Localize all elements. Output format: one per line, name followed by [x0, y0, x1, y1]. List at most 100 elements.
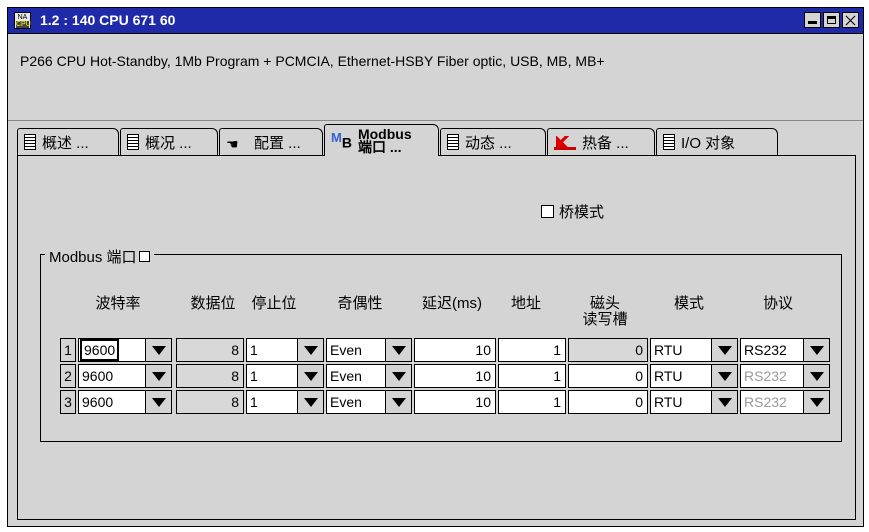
- module-icon: [127, 134, 139, 150]
- parity-select[interactable]: Even: [326, 338, 412, 362]
- protocol-value: RS232: [744, 394, 787, 410]
- tab-hot-standby[interactable]: 热备 ...: [547, 128, 655, 155]
- parity-select[interactable]: Even: [326, 390, 412, 414]
- delay-input[interactable]: 10: [414, 364, 496, 388]
- head-slot-input[interactable]: 0: [568, 364, 648, 388]
- baud-value: 9600: [82, 368, 114, 384]
- stopbits-select[interactable]: 1: [246, 338, 324, 362]
- mode-select[interactable]: RTU: [650, 390, 738, 414]
- icon-top-text: NA: [17, 14, 28, 21]
- chevron-down-icon[interactable]: [385, 339, 411, 361]
- title-bar[interactable]: NA CPU 1.2 : 140 CPU 671 60: [8, 8, 863, 34]
- hot-standby-icon: [554, 134, 576, 150]
- module-description: P266 CPU Hot-Standby, 1Mb Program + PCMC…: [20, 53, 605, 69]
- mode-select[interactable]: RTU: [650, 364, 738, 388]
- header-protocol: 协议: [762, 295, 793, 312]
- header-stopbits: 停止位: [251, 295, 297, 312]
- checkbox-box[interactable]: [541, 205, 554, 218]
- row-index: 1: [60, 338, 76, 362]
- chevron-down-icon[interactable]: [711, 391, 737, 413]
- group-legend: Modbus 端口: [45, 246, 154, 267]
- cpu-module-icon: NA CPU: [14, 12, 31, 29]
- module-icon: [447, 134, 459, 150]
- chevron-down-icon[interactable]: [803, 339, 829, 361]
- databits-field: 8: [176, 364, 244, 388]
- module-icon: [24, 134, 36, 150]
- tab-label-line2: 端口 ...: [357, 138, 402, 155]
- address-input[interactable]: 1: [498, 338, 566, 362]
- chevron-down-icon[interactable]: [385, 391, 411, 413]
- tab-label: 热备 ...: [582, 134, 629, 152]
- stopbits-value: 1: [250, 342, 258, 358]
- module-icon: [663, 134, 675, 150]
- address-input[interactable]: 1: [498, 364, 566, 388]
- databits-field: 8: [176, 338, 244, 362]
- tab-modbus-port[interactable]: MB Modbus 端口 ...: [324, 124, 439, 156]
- header-delay: 延迟(ms): [422, 295, 482, 312]
- chevron-down-icon[interactable]: [803, 365, 829, 387]
- head-slot-field: 0: [568, 338, 648, 362]
- tab-label: 概况 ...: [145, 134, 192, 152]
- group-label: Modbus 端口: [49, 249, 137, 266]
- mode-value: RTU: [654, 394, 683, 410]
- parity-value: Even: [330, 368, 362, 384]
- hand-icon: ☚: [226, 136, 239, 152]
- chevron-down-icon[interactable]: [145, 339, 171, 361]
- minimize-button[interactable]: [804, 12, 821, 28]
- maximize-button[interactable]: [823, 12, 840, 28]
- address-input[interactable]: 1: [498, 390, 566, 414]
- protocol-select[interactable]: RS232: [740, 390, 830, 414]
- mode-value: RTU: [654, 368, 683, 384]
- mode-select[interactable]: RTU: [650, 338, 738, 362]
- header-head-slot-line1: 磁头: [589, 295, 620, 312]
- chevron-down-icon[interactable]: [803, 391, 829, 413]
- head-slot-input[interactable]: 0: [568, 390, 648, 414]
- baud-value: 9600: [80, 339, 120, 361]
- databits-field: 8: [176, 390, 244, 414]
- parity-select[interactable]: Even: [326, 364, 412, 388]
- tab-label: I/O 对象: [681, 134, 736, 152]
- bridge-mode-label: 桥模式: [559, 204, 605, 221]
- tab-io-objects[interactable]: I/O 对象: [656, 128, 778, 155]
- tab-config[interactable]: ☚ 配置 ...: [219, 128, 323, 155]
- chevron-down-icon[interactable]: [385, 365, 411, 387]
- baud-select[interactable]: 9600: [78, 364, 172, 388]
- stopbits-value: 1: [250, 368, 258, 384]
- close-button[interactable]: [842, 12, 859, 28]
- bridge-mode-checkbox[interactable]: 桥模式: [541, 201, 604, 222]
- chevron-down-icon[interactable]: [145, 391, 171, 413]
- delay-input[interactable]: 10: [414, 338, 496, 362]
- icon-bottom-text: CPU: [16, 21, 31, 28]
- chevron-down-icon[interactable]: [145, 365, 171, 387]
- modbus-port-panel: 桥模式 Modbus 端口 波特率 数据位 停止位 奇偶性 延迟(ms) 地址 …: [17, 155, 856, 520]
- stopbits-select[interactable]: 1: [246, 364, 324, 388]
- chevron-down-icon[interactable]: [297, 391, 323, 413]
- tab-overview[interactable]: 概述 ...: [17, 128, 119, 155]
- baud-select[interactable]: 9600: [78, 390, 172, 414]
- chevron-down-icon[interactable]: [711, 365, 737, 387]
- header-parity: 奇偶性: [337, 295, 383, 312]
- tab-label: 动态 ...: [465, 134, 512, 152]
- protocol-select[interactable]: RS232: [740, 338, 830, 362]
- tab-overview-2[interactable]: 概况 ...: [120, 128, 218, 155]
- protocol-select[interactable]: RS232: [740, 364, 830, 388]
- parity-value: Even: [330, 394, 362, 410]
- tab-label: 概述 ...: [42, 134, 89, 152]
- stopbits-select[interactable]: 1: [246, 390, 324, 414]
- tab-dynamic[interactable]: 动态 ...: [440, 128, 546, 155]
- chevron-down-icon[interactable]: [711, 339, 737, 361]
- tab-label: 配置 ...: [254, 134, 301, 152]
- baud-select[interactable]: 9600: [78, 338, 172, 362]
- modbus-icon: MB: [331, 130, 352, 151]
- parity-value: Even: [330, 342, 362, 358]
- chevron-down-icon[interactable]: [297, 365, 323, 387]
- row-index: 2: [60, 364, 76, 388]
- baud-value: 9600: [82, 394, 114, 410]
- header-databits: 数据位: [190, 295, 236, 312]
- chevron-down-icon[interactable]: [297, 339, 323, 361]
- modbus-port-checkbox[interactable]: [138, 251, 150, 262]
- header-mode: 模式: [673, 295, 704, 312]
- delay-input[interactable]: 10: [414, 390, 496, 414]
- protocol-value: RS232: [744, 342, 787, 358]
- header-address: 地址: [510, 295, 541, 312]
